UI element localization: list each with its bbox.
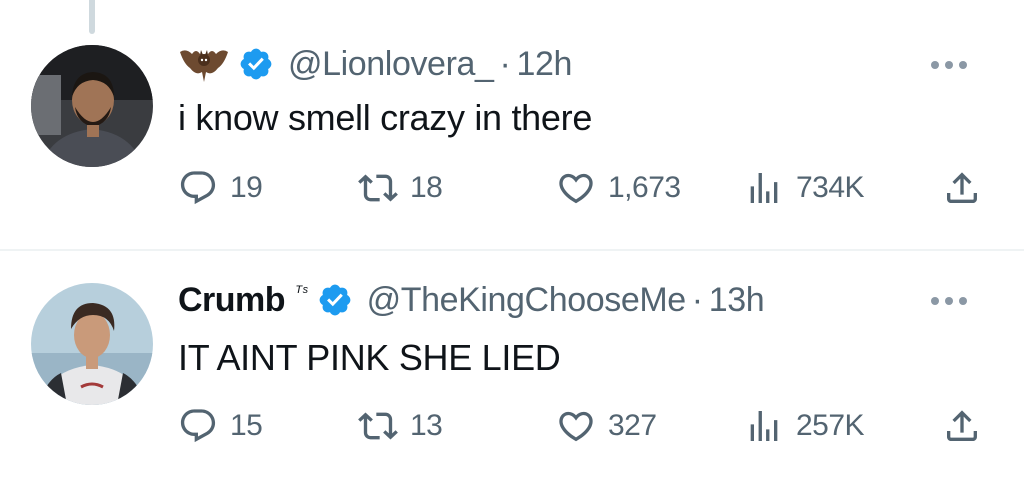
tweet-handle[interactable]: @TheKingChooseMe (367, 281, 687, 320)
retweet-count: 13 (410, 409, 443, 442)
share-button[interactable] (942, 166, 982, 210)
reply-count: 19 (230, 171, 263, 204)
more-options-icon[interactable] (929, 58, 969, 70)
view-count: 734K (796, 171, 865, 204)
share-icon (947, 410, 977, 441)
like-count: 327 (608, 409, 657, 442)
tweet-text: i know smell crazy in there (178, 97, 593, 138)
verified-badge-icon (238, 46, 274, 82)
reply-count: 15 (230, 409, 263, 442)
views-button[interactable]: 734K (744, 166, 865, 210)
verified-badge-icon (317, 282, 353, 318)
views-icon (750, 411, 778, 441)
view-count: 257K (796, 409, 865, 442)
retweet-icon (358, 174, 398, 202)
name-suffix: ᵀˢ (295, 284, 309, 301)
share-button[interactable] (942, 404, 982, 448)
like-icon (559, 173, 593, 204)
retweet-button[interactable]: 18 (358, 166, 443, 210)
avatar[interactable] (31, 45, 153, 167)
avatar[interactable] (31, 283, 153, 405)
tweet-header: @Lionlovera_ · 12h (178, 39, 572, 89)
tweet-handle[interactable]: @Lionlovera_ (288, 45, 494, 84)
views-button[interactable]: 257K (744, 404, 865, 448)
bat-emoji-icon (178, 42, 230, 86)
reply-icon (180, 171, 216, 205)
tweet-header: Crumb ᵀˢ @TheKingChooseMe · 13h (178, 275, 765, 325)
like-count: 1,673 (608, 171, 681, 204)
tweet[interactable]: Crumb ᵀˢ @TheKingChooseMe · 13h IT AINT … (0, 251, 1024, 484)
display-name[interactable]: Crumb (178, 281, 286, 320)
tweet[interactable]: @Lionlovera_ · 12h i know smell crazy in… (0, 0, 1024, 250)
tweet-actions: 15 13 327 257K (178, 404, 988, 448)
tweet-text: IT AINT PINK SHE LIED (178, 337, 561, 378)
separator-dot: · (499, 44, 511, 83)
like-button[interactable]: 1,673 (556, 166, 681, 210)
retweet-button[interactable]: 13 (358, 404, 443, 448)
more-options-icon[interactable] (929, 294, 969, 306)
retweet-count: 18 (410, 171, 443, 204)
tweet-timestamp[interactable]: 12h (516, 45, 572, 84)
like-icon (559, 411, 593, 442)
like-button[interactable]: 327 (556, 404, 657, 448)
reply-button[interactable]: 15 (178, 404, 263, 448)
views-icon (750, 173, 778, 203)
tweet-actions: 19 18 1,673 734K (178, 166, 988, 210)
separator-dot: · (691, 280, 703, 319)
reply-icon (180, 409, 216, 443)
reply-button[interactable]: 19 (178, 166, 263, 210)
tweet-timestamp[interactable]: 13h (709, 281, 765, 320)
share-icon (947, 172, 977, 203)
retweet-icon (358, 412, 398, 440)
